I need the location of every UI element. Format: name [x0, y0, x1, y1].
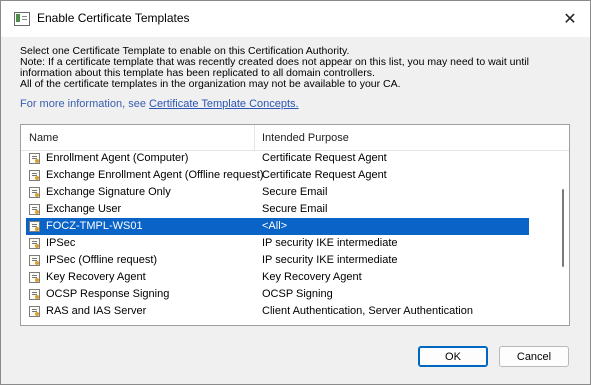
certificate-template-icon: [29, 272, 40, 283]
scrollbar-thumb[interactable]: [562, 189, 564, 267]
more-info-prefix: For more information, see: [20, 98, 149, 110]
certificate-template-icon: [29, 306, 40, 317]
template-intended-purpose: OCSP Signing: [262, 288, 333, 300]
template-name: Exchange Signature Only: [46, 186, 171, 198]
template-intended-purpose: Certificate Request Agent: [262, 169, 387, 181]
instructions-text: Select one Certificate Template to enabl…: [20, 46, 575, 90]
list-item[interactable]: Exchange Signature Only Secure Email: [26, 184, 529, 201]
list-item[interactable]: Enrollment Agent (Computer) Certificate R…: [26, 150, 529, 167]
column-header-intended-purpose[interactable]: Intended Purpose: [262, 132, 349, 144]
dialog-title: Enable Certificate Templates: [37, 11, 190, 25]
template-intended-purpose: <All>: [262, 220, 288, 232]
certificate-template-icon: [29, 289, 40, 300]
certificate-template-concepts-link[interactable]: Certificate Template Concepts.: [149, 98, 299, 110]
vertical-scrollbar[interactable]: [558, 150, 568, 324]
column-header-name[interactable]: Name: [29, 132, 58, 144]
list-item[interactable]: IPSec (Offline request) IP security IKE i…: [26, 252, 529, 269]
template-name: FOCZ-TMPL-WS01: [46, 220, 143, 232]
template-intended-purpose: Secure Email: [262, 203, 328, 215]
template-name: RAS and IAS Server: [46, 305, 147, 317]
list-item[interactable]: FOCZ-TMPL-WS01 <All>: [26, 218, 529, 235]
template-name: IPSec: [46, 237, 76, 249]
template-name: Exchange User: [46, 203, 122, 215]
certificate-template-icon: [29, 221, 40, 232]
template-name: OCSP Response Signing: [46, 288, 170, 300]
list-item[interactable]: RAS and IAS Server Client Authentication,…: [26, 303, 529, 320]
template-intended-purpose: IP security IKE intermediate: [262, 254, 398, 266]
list-item[interactable]: Key Recovery Agent Key Recovery Agent: [26, 269, 529, 286]
certificate-template-icon: [29, 204, 40, 215]
enable-certificate-templates-dialog: Enable Certificate Templates ✕ Select on…: [0, 0, 591, 385]
list-item[interactable]: Exchange User Secure Email: [26, 201, 529, 218]
close-icon: ✕: [563, 11, 577, 28]
certificate-templates-list[interactable]: Name Intended Purpose Enrollment Agent (…: [20, 124, 570, 326]
template-intended-purpose: IP security IKE intermediate: [262, 237, 398, 249]
more-info-line: For more information, see Certificate Te…: [20, 98, 299, 110]
column-divider[interactable]: [254, 125, 255, 150]
close-button[interactable]: ✕: [553, 5, 587, 33]
list-header: Name Intended Purpose: [21, 125, 569, 151]
template-intended-purpose: Secure Email: [262, 186, 328, 198]
cancel-button[interactable]: Cancel: [499, 346, 569, 367]
list-item[interactable]: Exchange Enrollment Agent (Offline reque…: [26, 167, 529, 184]
template-name: IPSec (Offline request): [46, 254, 158, 266]
template-intended-purpose: Client Authentication, Server Authentica…: [262, 305, 473, 317]
note-line: All of the certificate templates in the …: [20, 78, 401, 90]
list-item[interactable]: OCSP Response Signing OCSP Signing: [26, 286, 529, 303]
certificate-template-icon: [29, 238, 40, 249]
dialog-app-icon: [14, 12, 30, 26]
certificate-template-icon: [29, 170, 40, 181]
certificate-template-icon: [29, 187, 40, 198]
certificate-template-icon: [29, 153, 40, 164]
ok-button[interactable]: OK: [418, 346, 488, 367]
template-name: Exchange Enrollment Agent (Offline reque…: [46, 169, 264, 181]
template-intended-purpose: Certificate Request Agent: [262, 152, 387, 164]
template-name: Key Recovery Agent: [46, 271, 146, 283]
template-intended-purpose: Key Recovery Agent: [262, 271, 362, 283]
title-bar[interactable]: Enable Certificate Templates ✕: [1, 1, 590, 37]
list-item[interactable]: IPSec IP security IKE intermediate: [26, 235, 529, 252]
template-name: Enrollment Agent (Computer): [46, 152, 189, 164]
list-rows: Enrollment Agent (Computer) Certificate R…: [21, 150, 557, 320]
certificate-template-icon: [29, 255, 40, 266]
